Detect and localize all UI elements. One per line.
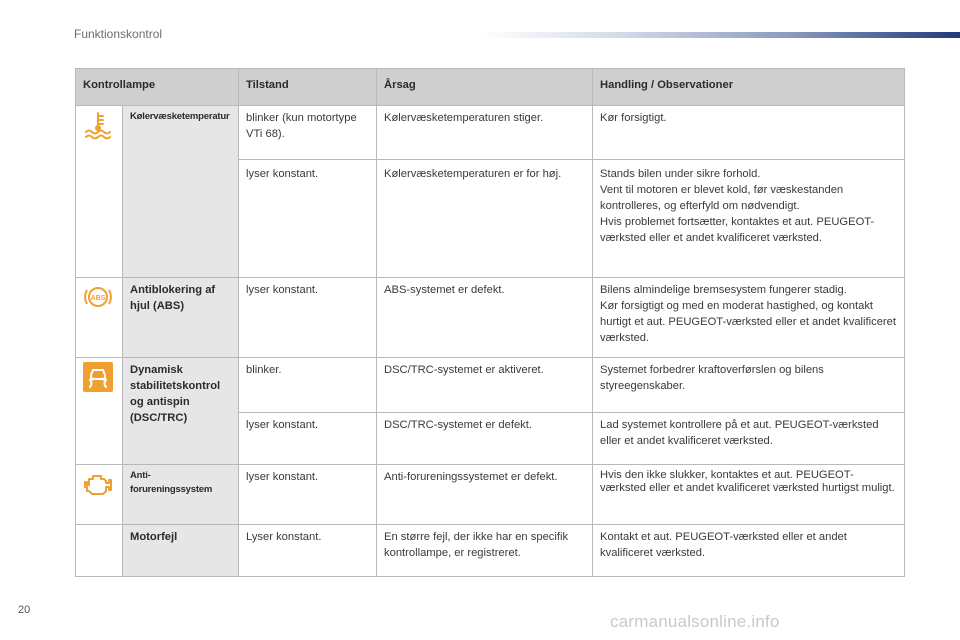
page-number: 20	[18, 604, 31, 616]
lamp-name: Kølervæsketemperatur	[121, 105, 240, 278]
lamp-icon-cell: ABS	[75, 277, 123, 358]
action-cell: Lad systemet kontrollere på et aut. PEUG…	[592, 412, 906, 465]
cause-cell: Kølervæsketemperaturen stiger.	[376, 105, 594, 160]
table-row: Dynamisk stabilitetskontrol og antispin …	[75, 357, 906, 465]
state-cell: lyser konstant.	[238, 277, 378, 358]
cause-cell: DSC/TRC-systemet er aktiveret.	[376, 357, 594, 413]
column-header-action: Handling / Observationer	[592, 68, 906, 106]
table-row: Anti-forureningssystem lyser konstant. A…	[75, 464, 906, 525]
table-row: Kølervæsketemperatur blinker (kun motort…	[75, 105, 906, 278]
column-header-state: Tilstand	[238, 68, 378, 106]
state-cell: Lyser konstant.	[238, 524, 378, 577]
column-header-lamp: Kontrollampe	[74, 68, 240, 106]
section-title: Funktionskontrol	[74, 27, 163, 41]
state-cell: lyser konstant.	[238, 412, 378, 465]
header-gradient-bar	[480, 32, 960, 38]
state-cell: lyser konstant.	[238, 464, 378, 525]
cause-cell: Anti-forureningssystemet er defekt.	[376, 464, 594, 525]
action-cell: Kontakt et aut. PEUGEOT-værksted eller e…	[592, 524, 906, 577]
lamp-name: Motorfejl	[121, 524, 240, 577]
cause-cell: ABS-systemet er defekt.	[376, 277, 594, 358]
lamp-name: Anti-forureningssystem	[121, 464, 240, 525]
state-cell: blinker.	[238, 357, 378, 413]
watermark: carmanualsonline.info	[610, 612, 780, 631]
lamp-name: Dynamisk stabilitetskontrol og antispin …	[121, 357, 240, 465]
cause-cell: DSC/TRC-systemet er defekt.	[376, 412, 594, 465]
state-cell: blinker (kun motortype VTi 68).	[238, 105, 378, 160]
abs-icon: ABS	[84, 287, 112, 307]
coolant-temperature-icon	[85, 112, 111, 140]
engine-check-icon	[84, 475, 112, 495]
table-row: ABS Antiblokering af hjul (ABS) lyser ko…	[75, 277, 906, 358]
action-cell: Bilens almindelige bremsesystem fungerer…	[592, 277, 906, 358]
lamp-icon-cell	[75, 524, 123, 577]
cause-cell: En større fejl, der ikke har en specifik…	[376, 524, 594, 577]
svg-text:ABS: ABS	[91, 295, 106, 302]
action-cell: Systemet forbedrer kraftoverførslen og b…	[592, 357, 906, 413]
warning-lamp-table: Kontrollampe Tilstand Årsag Handling / O…	[74, 68, 906, 577]
table-header-row: Kontrollampe Tilstand Årsag Handling / O…	[74, 68, 906, 106]
action-cell: Kør forsigtigt.	[592, 105, 906, 160]
lamp-icon-cell	[75, 105, 123, 278]
cause-cell: Kølervæsketemperaturen er for høj.	[376, 159, 594, 278]
state-cell: lyser konstant.	[238, 159, 378, 278]
column-header-cause: Årsag	[376, 68, 594, 106]
action-cell: Stands bilen under sikre forhold. Vent t…	[592, 159, 906, 278]
table-row: Motorfejl Lyser konstant. En større fejl…	[75, 524, 906, 577]
lamp-icon-cell	[75, 464, 123, 525]
lamp-name: Antiblokering af hjul (ABS)	[121, 277, 240, 358]
action-cell: Hvis den ikke slukker, kontaktes et aut.…	[592, 464, 906, 525]
stability-control-icon	[83, 362, 113, 392]
lamp-icon-cell	[75, 357, 123, 465]
